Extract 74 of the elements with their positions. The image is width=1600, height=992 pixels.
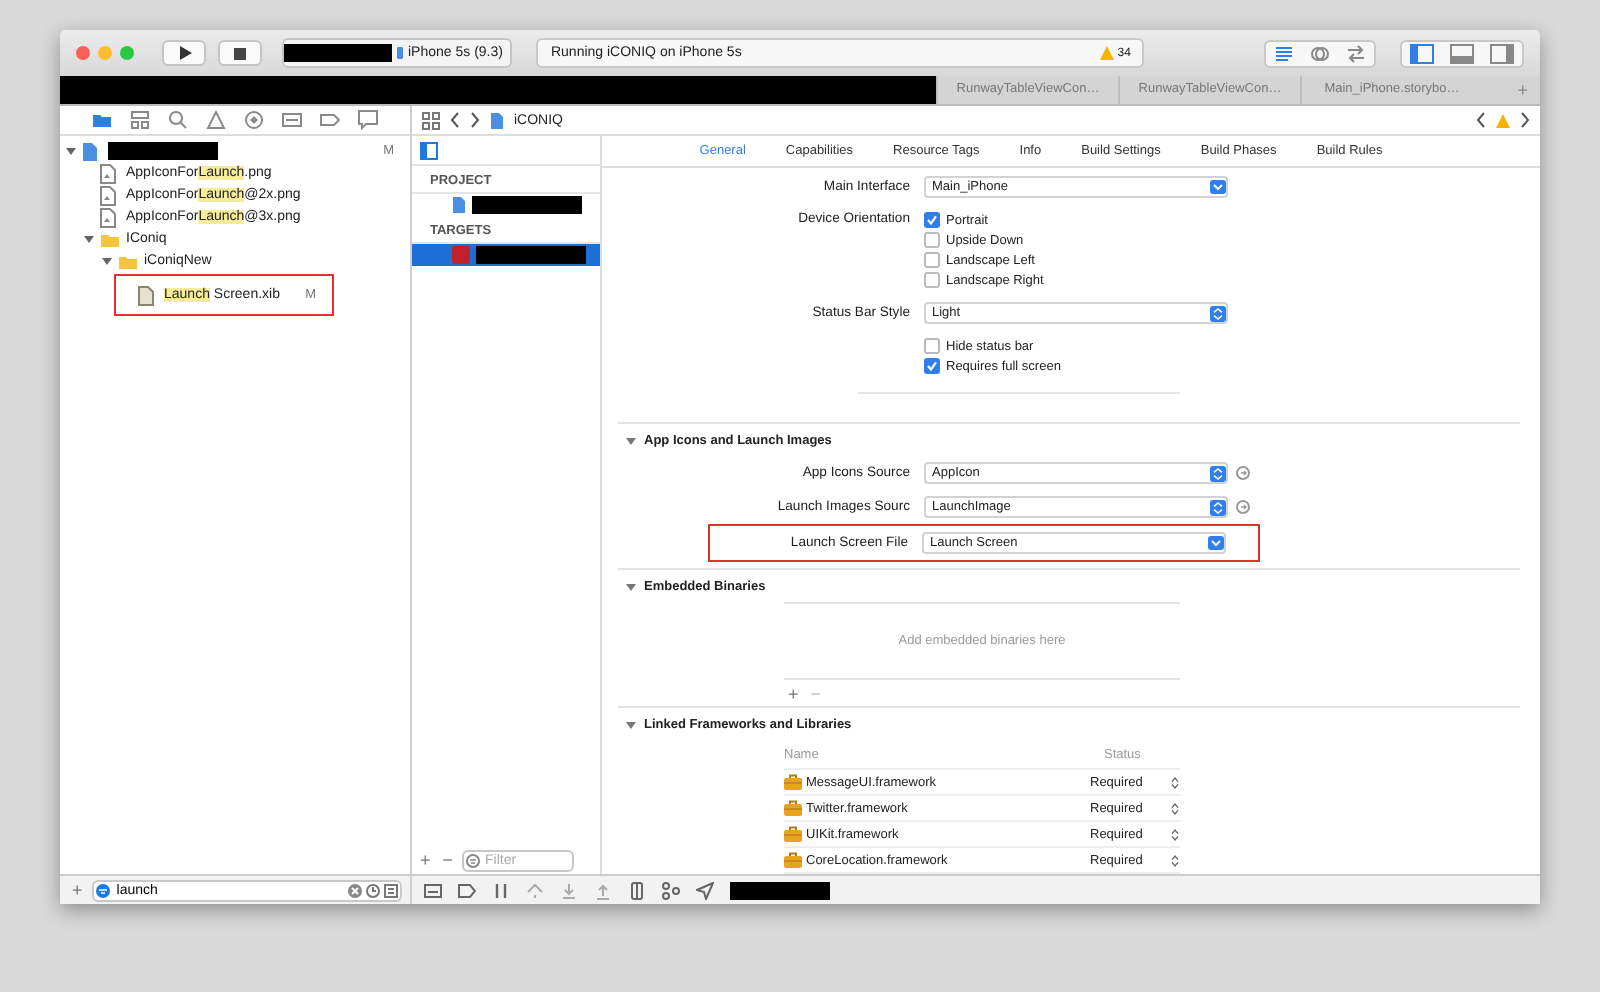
tag-icon[interactable] bbox=[458, 881, 476, 899]
warning-icon[interactable] bbox=[206, 110, 226, 130]
add-button[interactable]: + bbox=[784, 683, 803, 703]
clear-icon[interactable] bbox=[348, 883, 362, 897]
toolbox-icon bbox=[784, 852, 802, 868]
toolbox-icon bbox=[784, 800, 802, 816]
document-icon bbox=[82, 141, 102, 161]
folder-icon[interactable] bbox=[92, 110, 112, 130]
speech-bubble-icon[interactable] bbox=[358, 110, 378, 130]
stop-button[interactable] bbox=[218, 40, 262, 66]
grid-icon[interactable] bbox=[384, 883, 398, 897]
toolbox-icon bbox=[784, 774, 802, 790]
sidebar-toggle-icon[interactable] bbox=[420, 141, 438, 159]
redacted-block bbox=[284, 44, 392, 62]
arrow-circle-icon[interactable] bbox=[1236, 500, 1250, 514]
image-file-icon bbox=[100, 207, 120, 227]
panel-layout-icon bbox=[1490, 43, 1514, 63]
overlapping-circles-icon bbox=[1310, 43, 1330, 63]
dropdown-arrow-icon bbox=[1210, 179, 1226, 195]
location-arrow-icon[interactable] bbox=[696, 881, 714, 899]
up-down-arrows-icon bbox=[1210, 499, 1226, 515]
filter-icon bbox=[96, 883, 111, 897]
up-down-arrows-icon[interactable] bbox=[1170, 801, 1180, 815]
up-down-arrows-icon bbox=[1210, 305, 1226, 321]
disclosure-triangle-icon[interactable] bbox=[626, 719, 636, 729]
document-icon bbox=[138, 285, 158, 305]
disclosure-triangle-icon[interactable] bbox=[66, 146, 76, 156]
remove-button[interactable]: − bbox=[438, 850, 458, 870]
up-down-arrows-icon bbox=[1210, 465, 1226, 481]
disclosure-triangle-icon[interactable] bbox=[84, 234, 94, 244]
lines-icon bbox=[1274, 43, 1294, 63]
close-button[interactable] bbox=[76, 46, 90, 60]
up-down-arrows-icon[interactable] bbox=[1170, 775, 1180, 789]
grid-icon[interactable] bbox=[422, 111, 440, 129]
stop-icon bbox=[234, 47, 246, 59]
document-icon bbox=[490, 111, 504, 129]
toolbox-icon bbox=[784, 826, 802, 842]
diamond-icon[interactable] bbox=[244, 110, 264, 130]
nodes-icon[interactable] bbox=[662, 881, 680, 899]
document-icon bbox=[452, 196, 466, 214]
back-icon[interactable] bbox=[450, 112, 460, 128]
image-file-icon bbox=[100, 163, 120, 183]
filter-icon bbox=[465, 853, 480, 867]
dropdown-arrow-icon bbox=[1208, 535, 1224, 551]
window-icon[interactable] bbox=[424, 881, 442, 899]
disclosure-triangle-icon[interactable] bbox=[102, 256, 112, 266]
arrow-circle-icon[interactable] bbox=[1236, 466, 1250, 480]
hierarchy-icon[interactable] bbox=[130, 110, 150, 130]
redacted-block bbox=[730, 881, 830, 899]
forward-icon[interactable] bbox=[1520, 112, 1530, 128]
up-down-arrows-icon[interactable] bbox=[1170, 853, 1180, 867]
search-icon[interactable] bbox=[168, 110, 188, 130]
pause-icon[interactable] bbox=[492, 881, 510, 899]
tag-icon[interactable] bbox=[320, 110, 340, 130]
play-icon bbox=[177, 46, 191, 60]
disclosure-triangle-icon[interactable] bbox=[626, 435, 636, 445]
disclosure-triangle-icon[interactable] bbox=[626, 581, 636, 591]
panel-layout-icon bbox=[1410, 43, 1434, 63]
app-icon bbox=[452, 246, 470, 264]
gauge-icon[interactable] bbox=[282, 110, 302, 130]
checkmark-icon bbox=[926, 360, 938, 372]
clock-icon[interactable] bbox=[366, 883, 380, 897]
phone-icon bbox=[396, 46, 404, 60]
run-button[interactable] bbox=[162, 40, 206, 66]
checkmark-icon bbox=[926, 214, 938, 226]
panel-layout-icon bbox=[1450, 43, 1474, 63]
swap-arrows-icon bbox=[1346, 43, 1366, 63]
back-icon[interactable] bbox=[1476, 112, 1486, 128]
image-file-icon bbox=[100, 185, 120, 205]
add-button[interactable]: + bbox=[68, 880, 87, 900]
layers-icon[interactable] bbox=[628, 881, 646, 899]
forward-icon[interactable] bbox=[470, 112, 480, 128]
up-down-arrows-icon[interactable] bbox=[1170, 827, 1180, 841]
add-button[interactable]: + bbox=[416, 850, 435, 870]
